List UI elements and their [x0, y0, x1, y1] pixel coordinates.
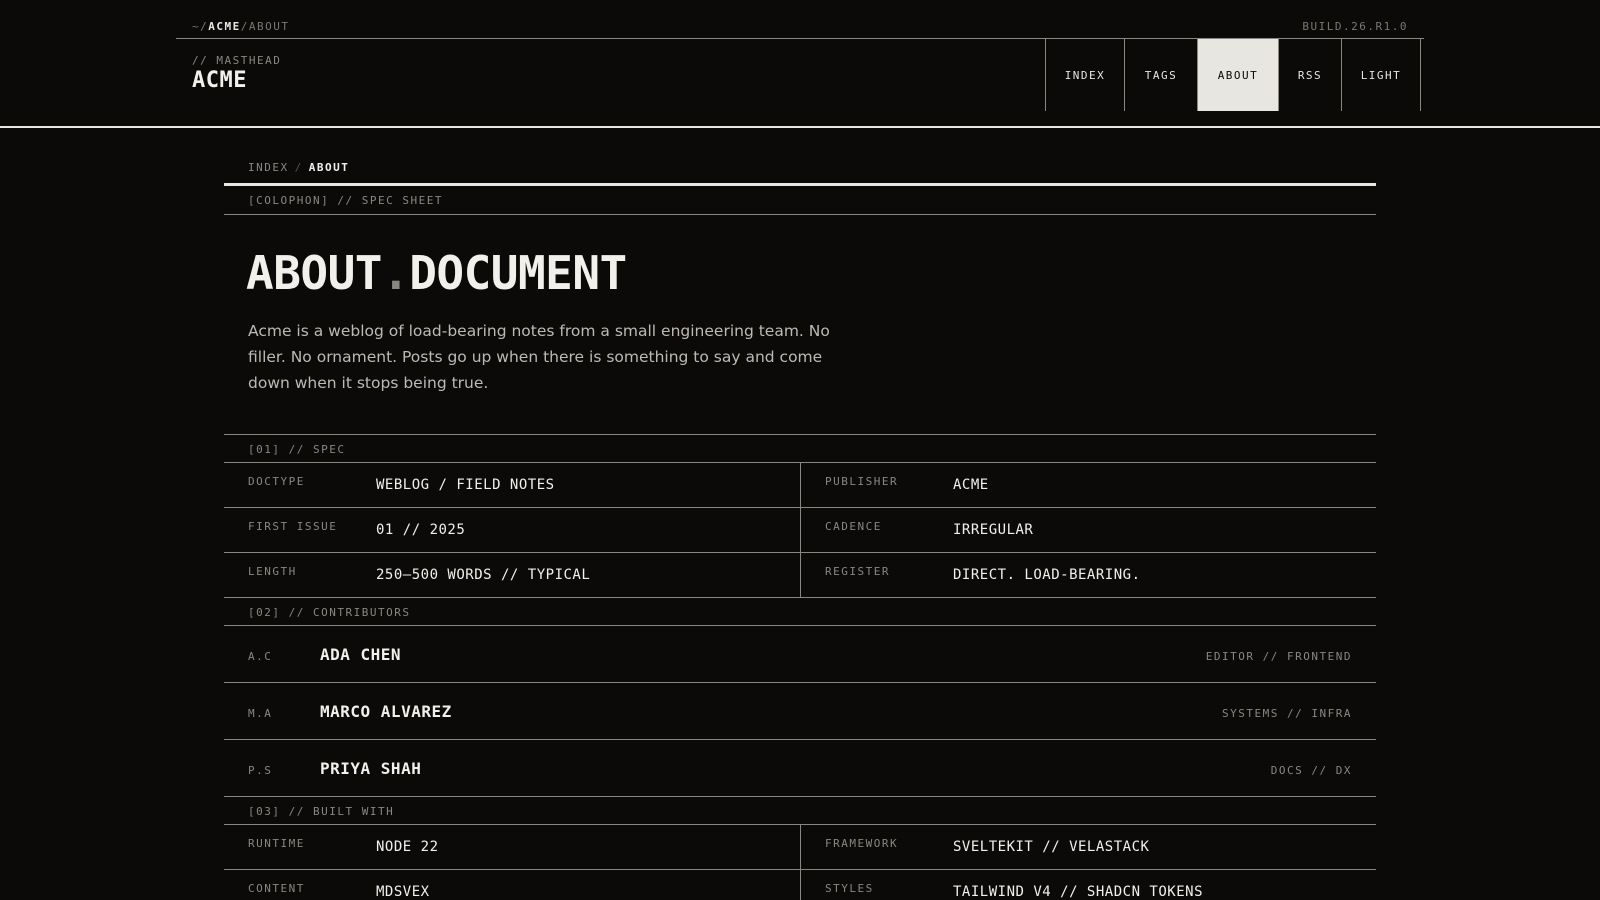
spec-key: LENGTH [248, 565, 297, 578]
built-value: NODE 22 [376, 839, 439, 855]
contributor-initials: M.A [248, 707, 273, 720]
breadcrumb-separator: / [294, 161, 303, 174]
divider [224, 214, 1376, 215]
spec-value: IRREGULAR [953, 522, 1034, 538]
spec-cell: REGISTER DIRECT. LOAD-BEARING. [800, 553, 1376, 597]
built-cell: FRAMEWORK SVELTEKIT // VELASTACK [800, 825, 1376, 869]
spec-key: DOCTYPE [248, 475, 305, 488]
built-value: SVELTEKIT // VELASTACK [953, 839, 1150, 855]
divider [224, 434, 1376, 435]
contributor-initials: A.C [248, 650, 273, 663]
built-key: FRAMEWORK [825, 837, 899, 850]
contributor-name: MARCO ALVAREZ [320, 702, 452, 721]
nav-item-index[interactable]: INDEX [1045, 39, 1124, 111]
path-site-link[interactable]: ACME [208, 20, 241, 33]
contributor-name: ADA CHEN [320, 645, 402, 664]
spec-key: PUBLISHER [825, 475, 899, 488]
contributor-name: PRIYA SHAH [320, 759, 422, 778]
spec-row: FIRST ISSUE 01 // 2025 CADENCE IRREGULAR [224, 508, 1376, 553]
section-label-spec: [01] // SPEC [248, 443, 346, 456]
masthead-label: // MASTHEAD [192, 54, 282, 67]
spec-cell: LENGTH 250–500 WORDS // TYPICAL [224, 553, 800, 597]
spec-row: DOCTYPE WEBLOG / FIELD NOTES PUBLISHER A… [224, 463, 1376, 508]
page-lede: Acme is a weblog of load-bearing notes f… [248, 322, 830, 392]
built-row: CONTENT MDSVEX STYLES TAILWIND V4 // SHA… [224, 870, 1376, 900]
main-nav: INDEX TAGS ABOUT RSS LIGHT [1045, 39, 1421, 111]
built-value: MDSVEX [376, 884, 430, 900]
contributor-row: A.C ADA CHEN EDITOR // FRONTEND [224, 626, 1376, 683]
path-prefix: ~/ [192, 20, 209, 33]
spec-value: WEBLOG / FIELD NOTES [376, 477, 555, 493]
spec-key: FIRST ISSUE [248, 520, 338, 533]
title-left: ABOUT [246, 246, 382, 300]
contributor-role: DOCS // DX [1270, 764, 1352, 777]
spec-value: 01 // 2025 [376, 522, 466, 538]
path-separator: / [240, 20, 249, 33]
spec-row: LENGTH 250–500 WORDS // TYPICAL REGISTER… [224, 553, 1376, 598]
breadcrumb-current: ABOUT [308, 161, 350, 174]
masthead: // MASTHEAD ACME INDEX TAGS ABOUT RSS LI… [0, 39, 1600, 128]
site-path: ~/ACME/ABOUT [192, 20, 290, 33]
divider-thick [224, 183, 1376, 186]
spec-cell: FIRST ISSUE 01 // 2025 [224, 508, 800, 552]
path-page: ABOUT [248, 20, 290, 33]
contributor-role: SYSTEMS // INFRA [1222, 707, 1352, 720]
top-bar: ~/ACME/ABOUT BUILD.26.R1.0 [176, 0, 1424, 39]
built-row: RUNTIME NODE 22 FRAMEWORK SVELTEKIT // V… [224, 825, 1376, 870]
built-key: CONTENT [248, 882, 305, 895]
built-cell: CONTENT MDSVEX [224, 870, 800, 900]
built-key: RUNTIME [248, 837, 305, 850]
spec-cell: PUBLISHER ACME [800, 463, 1376, 507]
contributor-row: P.S PRIYA SHAH DOCS // DX [224, 740, 1376, 797]
spec-key: CADENCE [825, 520, 882, 533]
breadcrumb-index-link[interactable]: INDEX [248, 161, 289, 174]
spec-cell: DOCTYPE WEBLOG / FIELD NOTES [224, 463, 800, 507]
build-version: BUILD.26.R1.0 [1302, 20, 1408, 33]
nav-item-tags[interactable]: TAGS [1124, 39, 1197, 111]
spec-value: 250–500 WORDS // TYPICAL [376, 567, 591, 583]
page-title: ABOUT.DOCUMENT [246, 246, 627, 300]
contributor-initials: P.S [248, 764, 273, 777]
built-cell: RUNTIME NODE 22 [224, 825, 800, 869]
built-cell: STYLES TAILWIND V4 // SHADCN TOKENS [800, 870, 1376, 900]
theme-toggle-light[interactable]: LIGHT [1341, 39, 1421, 111]
nav-item-rss[interactable]: RSS [1278, 39, 1341, 111]
title-dot: . [381, 246, 410, 300]
spec-cell: CADENCE IRREGULAR [800, 508, 1376, 552]
spec-value: DIRECT. LOAD-BEARING. [953, 567, 1141, 583]
contributor-row: M.A MARCO ALVAREZ SYSTEMS // INFRA [224, 683, 1376, 740]
breadcrumb: INDEX / ABOUT [248, 161, 349, 174]
colophon-label: [COLOPHON] // SPEC SHEET [248, 194, 443, 207]
spec-key: REGISTER [825, 565, 890, 578]
contributor-role: EDITOR // FRONTEND [1205, 650, 1352, 663]
site-logo[interactable]: ACME [192, 68, 247, 93]
nav-item-about[interactable]: ABOUT [1197, 39, 1278, 111]
built-value: TAILWIND V4 // SHADCN TOKENS [953, 884, 1204, 900]
spec-value: ACME [953, 477, 989, 493]
built-key: STYLES [825, 882, 874, 895]
section-label-contributors: [02] // CONTRIBUTORS [248, 606, 411, 619]
section-label-built-with: [03] // BUILT WITH [248, 805, 395, 818]
title-right: DOCUMENT [409, 246, 627, 300]
